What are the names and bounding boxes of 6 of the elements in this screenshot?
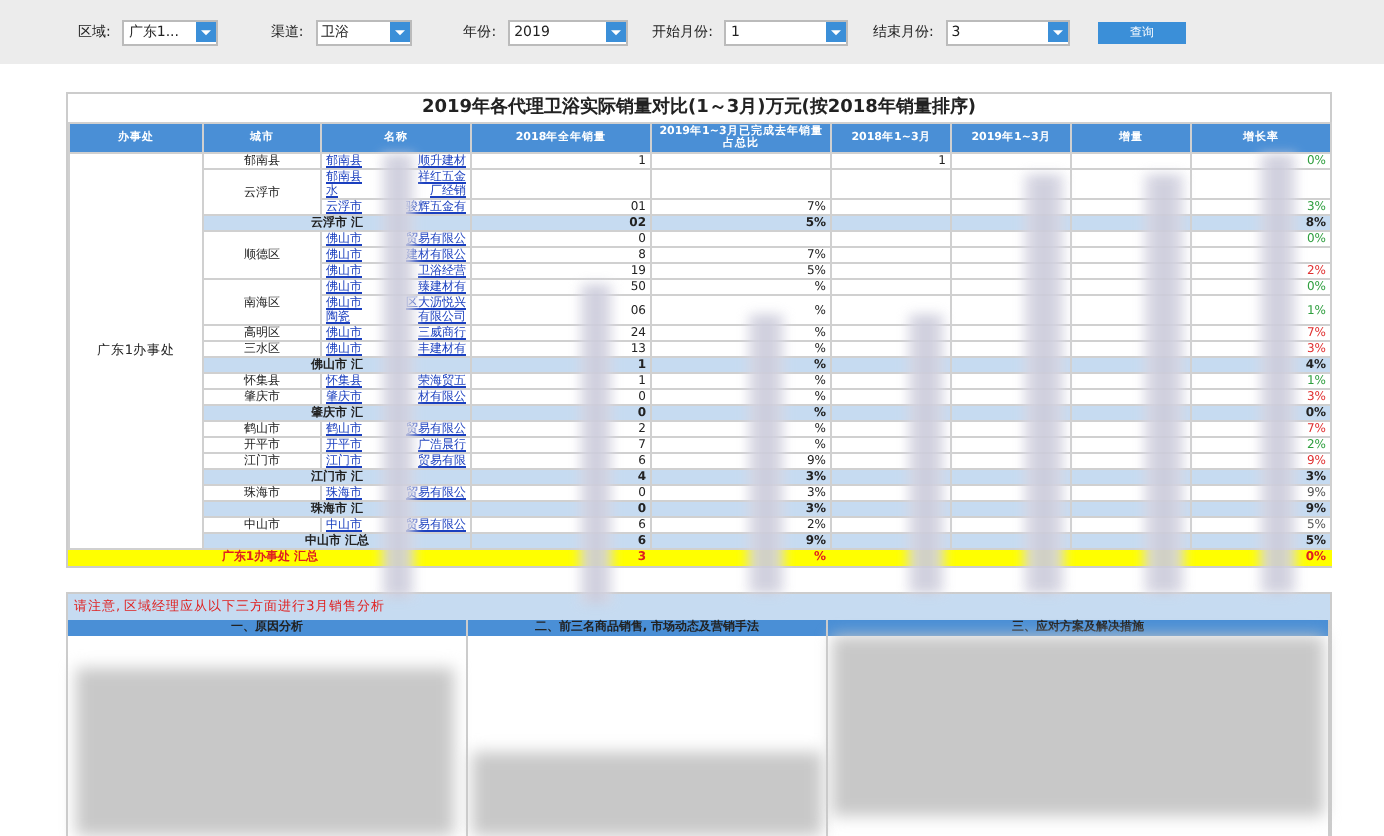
dropdown-caret-icon [606,22,627,42]
dropdown-caret-icon [1047,22,1068,42]
dropdown-caret-icon [389,22,410,42]
dropdown-caret-icon [826,22,847,42]
report-title: 2019年各代理卫浴实际销量对比(1～3月)万元(按2018年销量排序) [419,94,979,122]
dropdown-caret-icon [196,22,217,42]
